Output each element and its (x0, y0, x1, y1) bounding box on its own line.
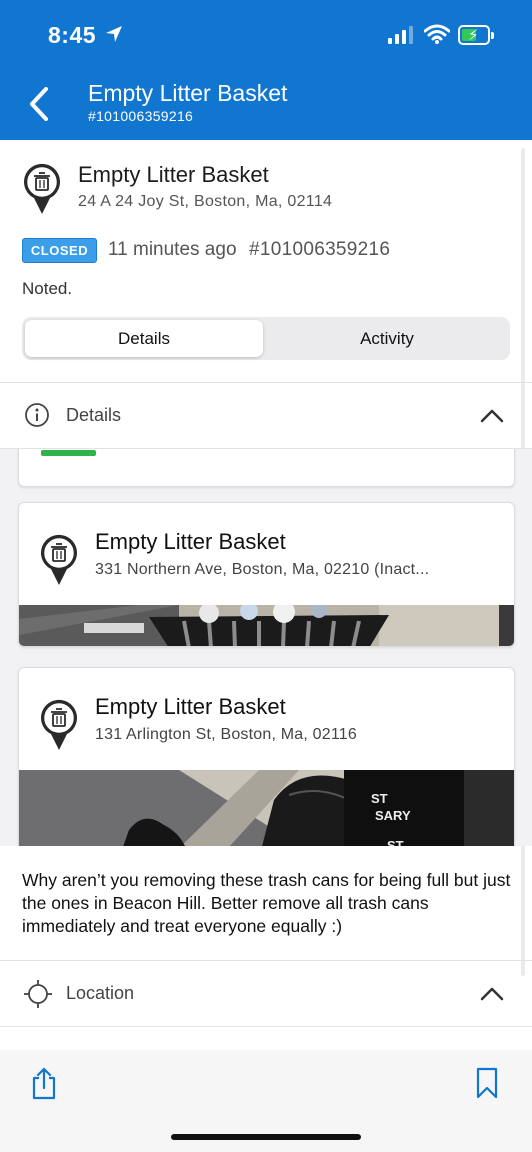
request-description: Why aren’t you removing these trash cans… (22, 870, 511, 936)
wifi-icon (424, 24, 450, 44)
details-section-label: Details (66, 405, 122, 425)
location-arrow-icon (106, 26, 122, 42)
tab-activity[interactable]: Activity (267, 320, 507, 357)
related-requests-list: Empty Litter Basket 331 Northern Ave, Bo… (0, 449, 532, 846)
tab-details[interactable]: Details (25, 320, 263, 357)
status-indicator (41, 450, 96, 456)
request-note: Noted. (22, 279, 73, 298)
divider (0, 1026, 532, 1027)
share-icon[interactable] (31, 1066, 57, 1100)
card-title: Empty Litter Basket (95, 694, 286, 719)
photo-text: ST (371, 791, 388, 806)
list-item[interactable] (18, 449, 515, 487)
list-item[interactable]: Empty Litter Basket 131 Arlington St, Bo… (18, 667, 515, 846)
battery-icon: ⚡ (458, 25, 494, 45)
chevron-up-icon[interactable] (480, 985, 504, 1001)
card-photo (19, 605, 514, 646)
photo-text: ST (387, 838, 404, 846)
card-address: 331 Northern Ave, Boston, Ma, 02210 (Ina… (95, 561, 430, 578)
card-title: Empty Litter Basket (95, 529, 286, 554)
request-title: Empty Litter Basket (78, 162, 269, 187)
list-item[interactable]: Empty Litter Basket 331 Northern Ave, Bo… (18, 502, 515, 647)
trash-pin-icon (41, 699, 77, 750)
trash-pin-icon (41, 534, 77, 585)
home-indicator (171, 1134, 361, 1140)
back-button[interactable] (22, 84, 56, 124)
divider (0, 960, 532, 961)
crosshair-icon (24, 980, 52, 1008)
trash-pin-icon (24, 163, 60, 214)
bookmark-icon[interactable] (475, 1067, 499, 1099)
location-section-label: Location (66, 983, 135, 1003)
signal-icon (388, 26, 414, 44)
header-subtitle: #101006359216 (88, 108, 194, 124)
photo-text: SARY (375, 808, 411, 823)
request-id: #101006359216 (249, 239, 391, 260)
header-title: Empty Litter Basket (88, 80, 288, 106)
request-address: 24 A 24 Joy St, Boston, Ma, 02114 (78, 193, 333, 210)
chevron-up-icon[interactable] (480, 407, 504, 423)
status-badge: CLOSED (22, 238, 97, 263)
request-age: 11 minutes ago (108, 239, 237, 260)
divider (0, 382, 532, 383)
card-photo: ST SARY ST (19, 770, 514, 846)
app-header: 8:45 ⚡ Empty Litter Basket #101006359216 (0, 0, 532, 140)
tab-bar: Details Activity (22, 317, 510, 360)
status-time: 8:45 (48, 22, 97, 48)
card-address: 131 Arlington St, Boston, Ma, 02116 (95, 726, 357, 743)
info-icon (25, 403, 49, 427)
